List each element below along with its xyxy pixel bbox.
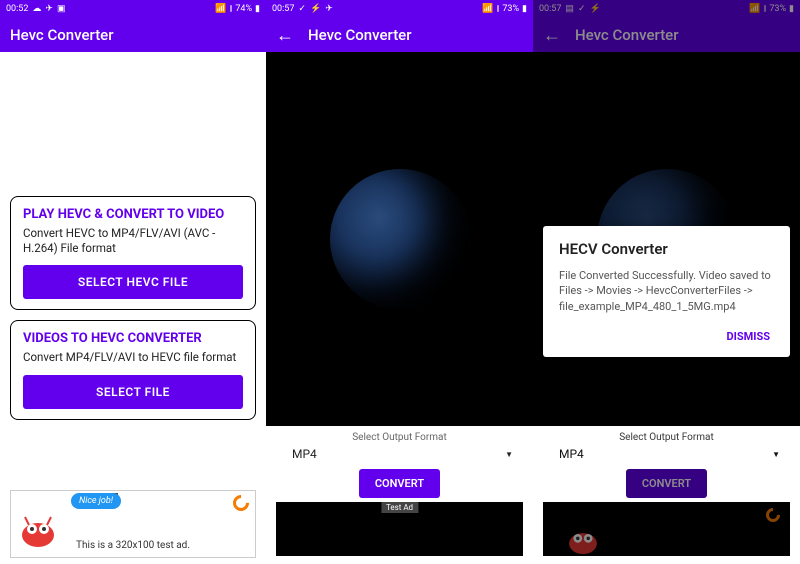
card-desc: Convert HEVC to MP4/FLV/AVI (AVC - H.264… <box>23 226 243 256</box>
back-icon[interactable]: ← <box>543 25 561 46</box>
card-title: PLAY HEVC & CONVERT TO VIDEO <box>23 207 243 222</box>
bolt-icon: ⚡ <box>589 4 600 14</box>
wifi-icon: 📶 <box>749 4 760 14</box>
app-title: Hevc Converter <box>308 26 412 44</box>
output-section: Select Output Format MP4 ▼ CONVERT Test … <box>266 426 533 564</box>
earth-image <box>330 169 470 309</box>
send-icon: ✈ <box>45 4 53 14</box>
app-title: Hevc Converter <box>575 26 679 44</box>
battery-text: 73% <box>769 4 786 14</box>
battery-text: 73% <box>502 4 519 14</box>
status-bar: 00:57 ▤ ✓ ⚡ 📶 ⫾ 73% ▮ <box>533 0 800 18</box>
convert-button[interactable]: CONVERT <box>359 469 440 498</box>
square-icon: ▣ <box>57 4 66 14</box>
status-time: 00:57 <box>539 4 561 14</box>
stack-icon: ▤ <box>565 4 574 14</box>
dialog-title: HECV Converter <box>559 240 774 258</box>
status-time: 00:52 <box>6 4 28 14</box>
battery-text: 74% <box>235 4 252 14</box>
video-preview[interactable] <box>266 52 533 426</box>
screen-dialog: 00:57 ▤ ✓ ⚡ 📶 ⫾ 73% ▮ ← Hevc Converter S… <box>533 0 800 564</box>
signal-icon: ⫾ <box>763 4 766 14</box>
status-time: 00:57 <box>272 4 294 14</box>
card-desc: Convert MP4/FLV/AVI to HEVC file format <box>23 350 243 365</box>
battery-icon: ▮ <box>522 4 527 14</box>
app-bar: ← Hevc Converter <box>266 18 533 52</box>
format-dropdown: MP4 ▼ <box>543 445 790 463</box>
card-to-hevc: VIDEOS TO HEVC CONVERTER Convert MP4/FLV… <box>10 320 256 420</box>
wifi-icon: 📶 <box>215 4 226 14</box>
ad-strip <box>543 502 790 556</box>
check-icon: ✓ <box>298 4 306 14</box>
battery-icon: ▮ <box>789 4 794 14</box>
ad-text: This is a 320x100 test ad. <box>11 540 255 551</box>
check-icon: ✓ <box>578 4 586 14</box>
signal-icon: ⫾ <box>229 4 232 14</box>
screen-home: 00:52 ☁ ✈ ▣ 📶 ⫾ 74% ▮ Hevc Converter PLA… <box>0 0 266 564</box>
card-play-convert: PLAY HEVC & CONVERT TO VIDEO Convert HEV… <box>10 196 256 311</box>
bolt-icon: ⚡ <box>310 4 321 14</box>
success-dialog: HECV Converter File Converted Successful… <box>543 226 790 357</box>
status-bar: 00:52 ☁ ✈ ▣ 📶 ⫾ 74% ▮ <box>0 0 266 18</box>
main-content: PLAY HEVC & CONVERT TO VIDEO Convert HEV… <box>0 52 266 564</box>
signal-icon: ⫾ <box>496 4 499 14</box>
ad-banner[interactable]: Test Ad Nice job! This is a 320x100 test… <box>10 490 256 558</box>
app-bar: Hevc Converter <box>0 18 266 52</box>
screen-preview: 00:57 ✓ ⚡ ✈ 📶 ⫾ 73% ▮ ← Hevc Converter S… <box>266 0 533 564</box>
select-hevc-file-button[interactable]: SELECT HEVC FILE <box>23 265 243 299</box>
monster-icon <box>563 514 603 554</box>
output-section: Select Output Format MP4 ▼ CONVERT <box>533 426 800 564</box>
dismiss-button[interactable]: DISMISS <box>722 324 774 349</box>
chevron-down-icon: ▼ <box>505 450 513 459</box>
card-title: VIDEOS TO HEVC CONVERTER <box>23 331 243 346</box>
status-bar: 00:57 ✓ ⚡ ✈ 📶 ⫾ 73% ▮ <box>266 0 533 18</box>
ad-bubble: Nice job! <box>71 493 121 509</box>
select-file-button[interactable]: SELECT FILE <box>23 375 243 409</box>
back-icon[interactable]: ← <box>276 25 294 46</box>
app-bar: ← Hevc Converter <box>533 18 800 52</box>
app-title: Hevc Converter <box>10 26 114 44</box>
ad-badge: Test Ad <box>381 502 418 513</box>
admob-icon <box>230 492 253 515</box>
ad-strip[interactable]: Test Ad <box>276 502 523 556</box>
cloud-icon: ☁ <box>32 4 41 14</box>
dialog-body: File Converted Successfully. Video saved… <box>559 268 774 314</box>
output-format-label: Select Output Format <box>276 432 523 443</box>
format-dropdown[interactable]: MP4 ▼ <box>276 445 523 463</box>
format-value: MP4 <box>553 447 772 461</box>
convert-button: CONVERT <box>626 469 707 498</box>
output-format-label: Select Output Format <box>543 432 790 443</box>
admob-icon <box>763 505 783 525</box>
wifi-icon: 📶 <box>482 4 493 14</box>
send-icon: ✈ <box>325 4 333 14</box>
battery-icon: ▮ <box>255 4 260 14</box>
format-value: MP4 <box>286 447 505 461</box>
chevron-down-icon: ▼ <box>772 450 780 459</box>
